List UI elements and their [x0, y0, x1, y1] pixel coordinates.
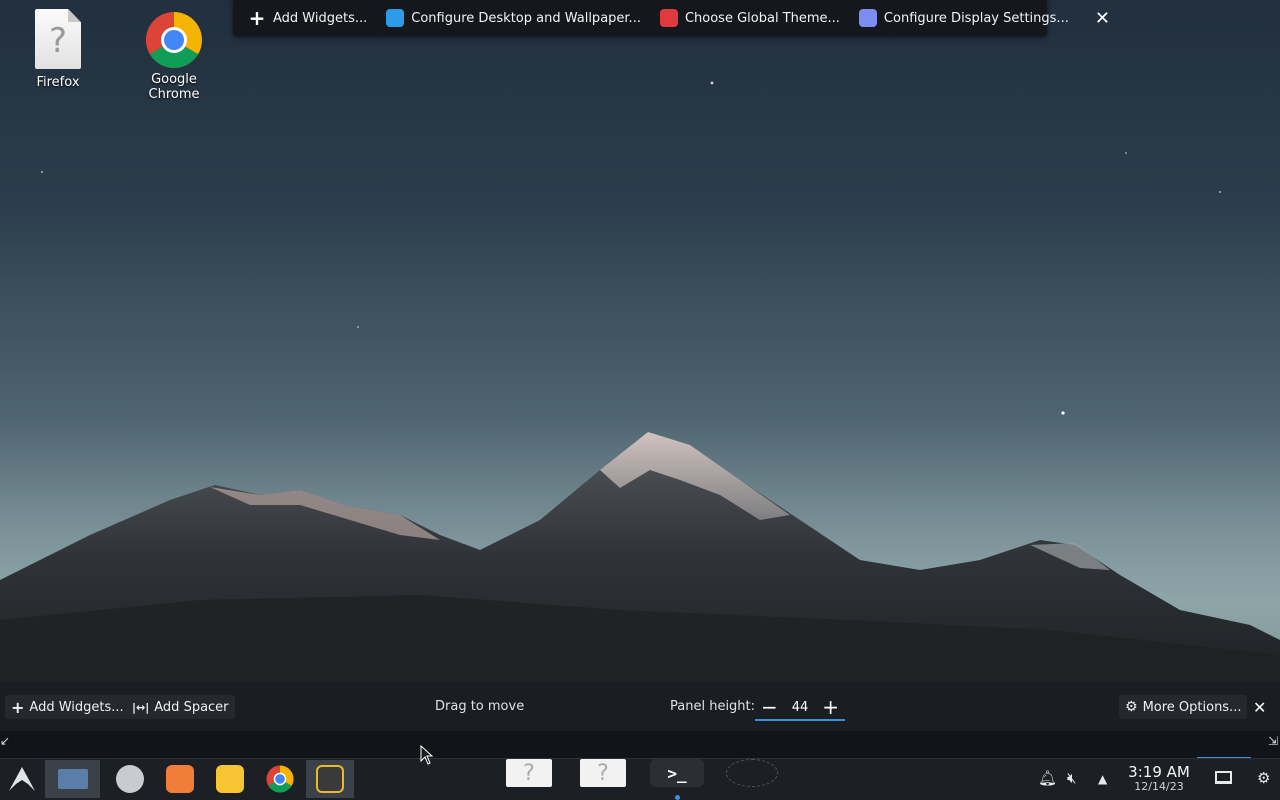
- file-manager-icon: [216, 765, 244, 793]
- chrome-icon: [146, 12, 202, 68]
- desktop-icon-label: Firefox: [36, 75, 80, 90]
- desktop-icon-firefox[interactable]: ? Firefox: [10, 6, 106, 90]
- arch-logo-icon: [9, 767, 35, 791]
- panel-height-spinbox: − +: [755, 695, 845, 721]
- close-icon[interactable]: ✕: [1253, 698, 1266, 717]
- missing-file-icon: ?: [35, 9, 81, 69]
- peek-desktop-icon[interactable]: [1215, 771, 1232, 784]
- add-spacer-label: Add Spacer: [154, 699, 229, 715]
- chevron-up-icon[interactable]: ▲: [1098, 772, 1107, 786]
- panel-height-input[interactable]: [785, 699, 815, 715]
- choose-global-theme-button[interactable]: Choose Global Theme...: [655, 4, 844, 32]
- taskbar-software-center[interactable]: [156, 760, 204, 798]
- application-launcher-button[interactable]: [0, 760, 44, 798]
- mountain-scene: [0, 81, 1280, 683]
- notifications-icon[interactable]: 🔔︎: [1038, 769, 1057, 787]
- show-desktop-icon: [57, 769, 88, 789]
- gear-icon[interactable]: ⚙: [1257, 769, 1270, 787]
- panel-resize-ruler[interactable]: ↙ ⇲: [0, 731, 1280, 759]
- taskbar-terminal[interactable]: [306, 760, 354, 798]
- add-spacer-button[interactable]: |↔| Add Spacer: [126, 695, 235, 719]
- taskbar-file-manager[interactable]: [206, 760, 254, 798]
- volume-muted-icon[interactable]: 🔇︎: [1067, 769, 1076, 787]
- show-desktop-button[interactable]: [45, 760, 100, 798]
- active-window-indicator: [675, 795, 680, 800]
- decrease-height-button[interactable]: −: [761, 697, 778, 717]
- more-options-button[interactable]: ⚙ More Options...: [1119, 695, 1248, 719]
- choose-theme-label: Choose Global Theme...: [684, 10, 840, 26]
- window-thumbnail-1[interactable]: ?: [506, 759, 552, 787]
- plus-icon: +: [11, 697, 25, 717]
- settings-app-icon: [116, 765, 144, 793]
- panel-add-widgets-button[interactable]: + Add Widgets...: [5, 695, 130, 719]
- clock-time: 3:19 AM: [1128, 763, 1190, 781]
- theme-icon: [659, 8, 679, 28]
- panel-add-widgets-label: Add Widgets...: [29, 699, 124, 715]
- taskbar-chrome[interactable]: [256, 760, 304, 798]
- clock-widget-thumbnail[interactable]: [726, 759, 778, 787]
- spacer-icon: |↔|: [132, 700, 150, 714]
- clock-date: 12/14/23: [1134, 780, 1184, 793]
- digital-clock[interactable]: 3:19 AM 12/14/23: [1120, 763, 1198, 793]
- plus-icon: +: [248, 6, 266, 30]
- desktop-edit-toolbar: + Add Widgets... Configure Desktop and W…: [233, 0, 1110, 36]
- desktop-settings-icon: [385, 8, 405, 28]
- configure-desktop-button[interactable]: Configure Desktop and Wallpaper...: [381, 4, 645, 32]
- taskbar-settings-app[interactable]: [106, 760, 154, 798]
- terminal-icon: [316, 765, 344, 793]
- display-icon: [858, 8, 878, 28]
- terminal-window-thumbnail[interactable]: >_: [650, 759, 704, 787]
- taskbar: ? ? >_ 🔔︎ 🔇︎ ▲ 3:19 AM 12/14/23 ⚙: [0, 758, 1280, 800]
- drag-to-move-handle[interactable]: Drag to move: [435, 699, 524, 714]
- mouse-cursor-icon: [420, 745, 434, 765]
- add-widgets-label: Add Widgets...: [273, 10, 368, 26]
- desktop-icon-google-chrome[interactable]: Google Chrome: [126, 6, 222, 102]
- panel-edit-bar: + Add Widgets... |↔| Add Spacer Drag to …: [0, 683, 1280, 731]
- add-widgets-button[interactable]: + Add Widgets...: [243, 4, 371, 32]
- left-resize-handle[interactable]: ↙: [0, 734, 10, 748]
- wallpaper: [0, 0, 1280, 800]
- software-center-icon: [166, 765, 194, 793]
- chrome-icon: [266, 765, 294, 793]
- gear-icon: ⚙: [1125, 699, 1138, 715]
- close-icon[interactable]: ✕: [1089, 8, 1116, 29]
- panel-height-label: Panel height:: [670, 699, 756, 714]
- configure-display-button[interactable]: Configure Display Settings...: [854, 4, 1073, 32]
- desktop-icon-label: Google Chrome: [148, 72, 200, 102]
- window-thumbnail-2[interactable]: ?: [580, 759, 626, 787]
- configure-display-label: Configure Display Settings...: [883, 10, 1069, 26]
- configure-desktop-label: Configure Desktop and Wallpaper...: [411, 10, 641, 26]
- right-resize-handle[interactable]: ⇲: [1268, 734, 1278, 748]
- increase-height-button[interactable]: +: [822, 697, 839, 717]
- more-options-label: More Options...: [1142, 699, 1242, 715]
